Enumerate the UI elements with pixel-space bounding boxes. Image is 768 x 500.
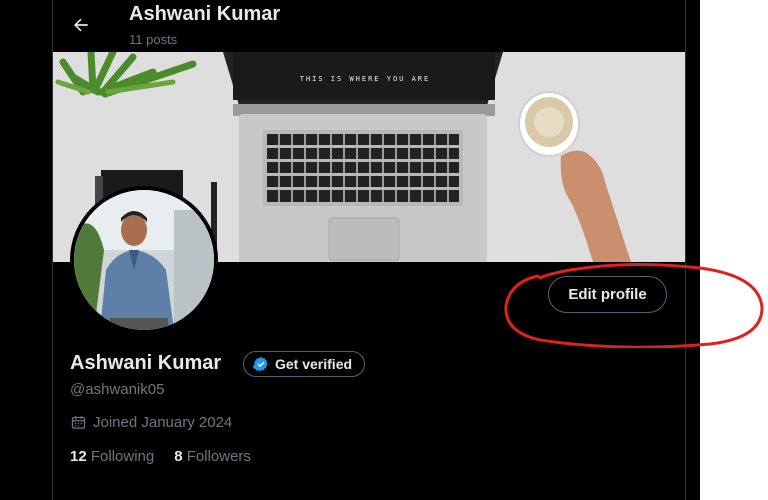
follow-stats: 12 Following 8 Followers bbox=[70, 448, 251, 465]
avatar[interactable] bbox=[70, 186, 218, 334]
joined-label: Joined January 2024 bbox=[93, 414, 233, 431]
verified-badge-icon bbox=[253, 357, 268, 372]
post-count: 11 posts bbox=[129, 32, 178, 47]
display-name: Ashwani Kumar bbox=[70, 352, 222, 374]
followers-label: Followers bbox=[186, 448, 251, 465]
keyboard-keys bbox=[267, 134, 459, 202]
laptop-screen-text: THIS IS WHERE YOU ARE bbox=[300, 75, 431, 83]
get-verified-button[interactable]: Get verified bbox=[243, 351, 366, 377]
back-arrow-icon bbox=[74, 18, 88, 32]
right-background bbox=[700, 0, 768, 500]
following-link[interactable]: 12 Following bbox=[70, 448, 154, 465]
followers-link[interactable]: 8 Followers bbox=[174, 448, 251, 465]
joined-date: Joined January 2024 bbox=[70, 414, 232, 431]
following-label: Following bbox=[90, 448, 155, 465]
edit-profile-button[interactable]: Edit profile bbox=[548, 276, 667, 313]
user-handle: @ashwanik05 bbox=[70, 381, 165, 398]
back-button[interactable] bbox=[64, 8, 98, 42]
column-border-right bbox=[685, 0, 686, 500]
following-count: 12 bbox=[70, 448, 87, 465]
followers-count: 8 bbox=[174, 448, 183, 465]
header-title: Ashwani Kumar bbox=[129, 3, 281, 25]
calendar-icon bbox=[71, 416, 86, 429]
get-verified-label: Get verified bbox=[275, 356, 353, 372]
avatar-photo bbox=[74, 190, 214, 330]
